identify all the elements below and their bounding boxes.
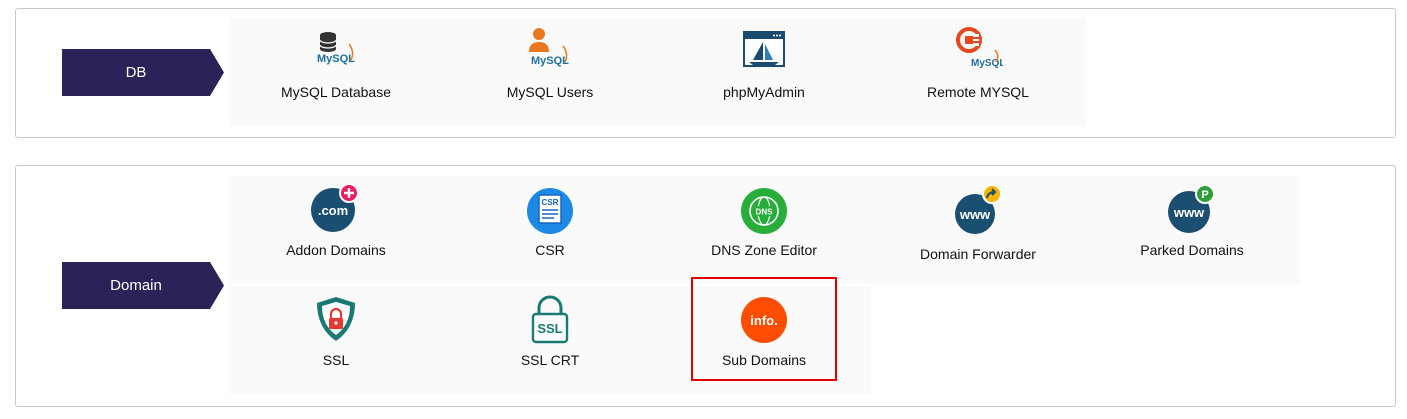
tile-phpmyadmin[interactable]: phpMyAdmin [657,18,871,126]
tile-label: MySQL Users [506,84,594,100]
tile-mysql-database[interactable]: MySQL MySQL Database [229,18,443,126]
svg-text:MySQL: MySQL [317,53,355,65]
svg-text:info.: info. [750,313,777,328]
svg-text:www: www [1173,205,1205,220]
svg-text:www: www [959,207,991,222]
tile-dns-zone-editor[interactable]: DNS DNS Zone Editor [657,176,871,284]
tile-label: Addon Domains [286,242,386,258]
svg-text:CSR: CSR [542,198,559,207]
tile-mysql-users[interactable]: MySQL MySQL Users [443,18,657,126]
tile-label: DNS Zone Editor [711,242,817,258]
svg-text:MySQL: MySQL [531,55,569,67]
tile-label: Parked Domains [1140,242,1244,258]
tile-ssl[interactable]: SSL [229,286,443,394]
tile-label: SSL [322,352,350,368]
addon-domains-icon: .com [311,184,361,234]
phpmyadmin-icon [739,26,789,76]
db-section-label: DB [62,49,224,96]
svg-text:MySQL: MySQL [971,58,1003,69]
tile-addon-domains[interactable]: .com Addon Domains [229,176,443,284]
tile-parked-domains[interactable]: www P Parked Domains [1085,176,1299,284]
dns-zone-editor-icon: DNS [739,184,789,234]
tile-ssl-crt[interactable]: SSL SSL CRT [443,286,657,394]
sub-domains-icon: info. [739,294,789,344]
svg-text:P: P [1201,189,1208,201]
ssl-crt-icon: SSL [525,294,575,344]
svg-text:.com: .com [318,203,348,218]
ssl-shield-icon [311,294,361,344]
tile-label: Domain Forwarder [920,246,1036,262]
tile-label: CSR [535,242,565,258]
svg-text:DNS: DNS [756,208,774,217]
domain-section-label: Domain [62,262,224,309]
csr-icon: CSR [525,184,575,234]
mysql-database-icon: MySQL [311,26,361,76]
tile-label: phpMyAdmin [723,84,805,100]
tile-domain-forwarder[interactable]: www Domain Forwarder [871,176,1085,284]
parked-domains-icon: www P [1167,184,1217,234]
tile-csr[interactable]: CSR CSR [443,176,657,284]
tile-label: Remote MYSQL [927,84,1029,100]
tile-label: Sub Domains [721,352,807,368]
tile-sub-domains[interactable]: info. Sub Domains [657,286,871,394]
domain-forwarder-icon: www [953,184,1003,234]
tile-remote-mysql[interactable]: MySQL Remote MYSQL [871,18,1085,126]
svg-text:SSL: SSL [537,321,562,336]
remote-mysql-icon: MySQL [953,26,1003,76]
tile-label: SSL CRT [520,352,580,368]
tile-label: MySQL Database [281,84,391,100]
mysql-users-icon: MySQL [525,26,575,76]
